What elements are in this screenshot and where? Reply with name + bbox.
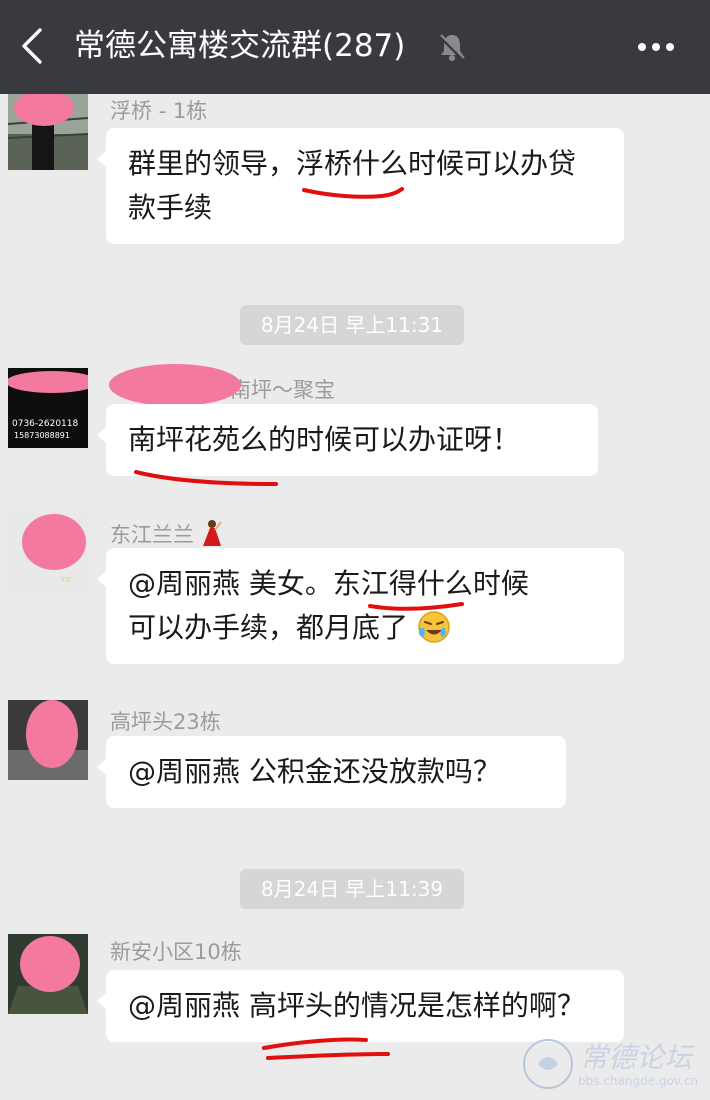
chat-message: 高坪头23栋 @周丽燕 公积金还没放款吗？ [0, 700, 710, 820]
sender-name: 新安小区10栋 [110, 940, 242, 964]
watermark-title: 常德论坛 [580, 1041, 693, 1074]
message-bubble[interactable]: 群里的领导，浮桥什么时候可以办贷款手续 [97, 128, 624, 244]
message-text: @周丽燕 公积金还没放款吗？ [128, 755, 501, 788]
avatar-phone-text: 0736-2620118 [12, 419, 79, 429]
sender-name: 东江兰兰 [110, 518, 223, 549]
message-text: @周丽燕 高坪头的情况是怎样的啊？ [128, 989, 585, 1022]
back-arrow-icon[interactable] [14, 26, 54, 66]
svg-text:xx: xx [60, 575, 71, 585]
message-text: 南坪花苑么的时候可以办证呀！ [128, 423, 521, 456]
message-bubble[interactable]: @周丽燕 公积金还没放款吗？ [97, 736, 566, 808]
dancer-emoji-icon [202, 520, 222, 546]
message-bubble[interactable]: 南坪花苑么的时候可以办证呀！ [97, 404, 598, 476]
sender-name: 浮桥 - 1栋 [110, 99, 208, 123]
chat-message: xx 东江兰兰 @周丽燕 美女。东江得什么时候 可以办手续，都月底了 [0, 512, 710, 682]
avatar[interactable] [8, 934, 88, 1014]
avatar[interactable]: xx [8, 512, 88, 592]
chat-message: 0736-2620118 15873088891 南坪～聚宝 南坪花苑么的时候可… [0, 364, 710, 488]
cry-laugh-emoji-icon [418, 611, 450, 643]
sender-name: 南坪～聚宝 [230, 378, 335, 402]
more-options-icon[interactable] [628, 30, 684, 64]
watermark-url: bbs.changde.gov.cn [578, 1074, 699, 1088]
chat-title: 常德公寓楼交流群(287) [74, 28, 406, 64]
message-bubble[interactable]: @周丽燕 美女。东江得什么时候 可以办手续，都月底了 [97, 548, 624, 664]
avatar[interactable]: 0736-2620118 15873088891 [8, 368, 88, 448]
avatar[interactable] [8, 94, 88, 170]
avatar[interactable] [8, 700, 88, 780]
forum-watermark: 常德论坛 bbs.changde.gov.cn [520, 1028, 706, 1098]
timestamp-pill: 8月24日 早上11:39 [240, 869, 464, 909]
avatar-phone-text: 15873088891 [14, 431, 70, 440]
message-text: 群里的领导，浮桥什么时候可以办贷款手续 [128, 147, 577, 224]
sender-name: 高坪头23栋 [110, 710, 221, 734]
censor-blob [109, 364, 241, 406]
chat-message: 浮桥 - 1栋 群里的领导，浮桥什么时候可以办贷款手续 [0, 94, 710, 254]
message-text: 可以办手续，都月底了 [128, 606, 602, 650]
mute-bell-icon [438, 34, 466, 62]
message-text: @周丽燕 美女。东江得什么时候 [128, 567, 529, 600]
chat-header: 常德公寓楼交流群(287) [0, 0, 710, 94]
timestamp-pill: 8月24日 早上11:31 [240, 305, 464, 345]
